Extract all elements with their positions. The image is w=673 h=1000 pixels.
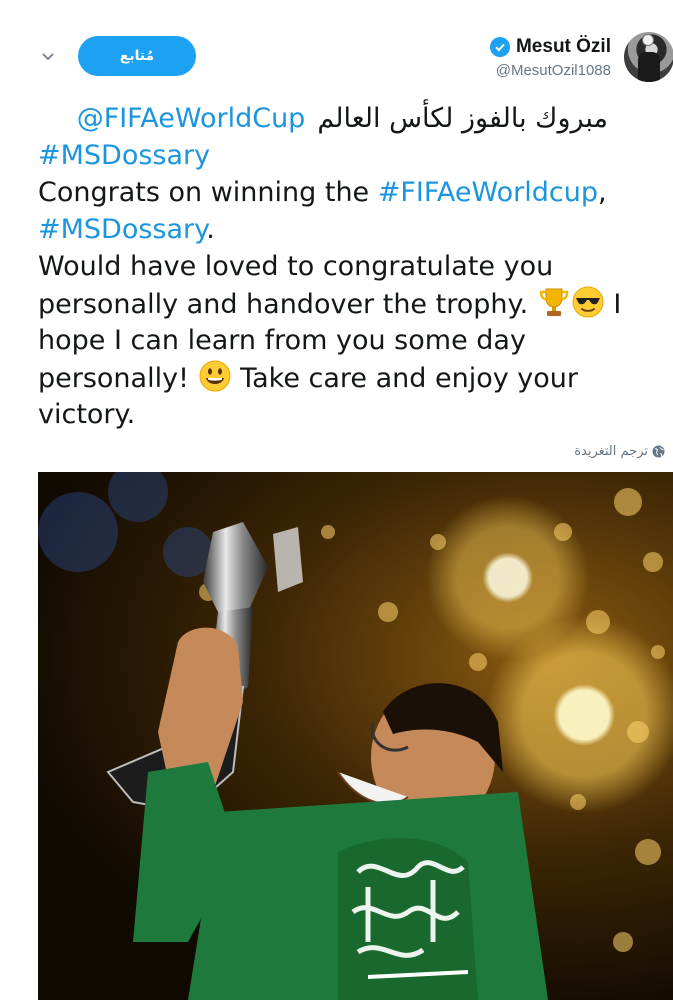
tweet-line-2: #MSDossary <box>38 137 668 174</box>
tweet-line-3: Congrats on winning the #FIFAeWorldcup, <box>38 174 668 211</box>
arabic-text: مبروك بالفوز لكأس العالم <box>317 103 608 134</box>
author-display-name[interactable]: Mesut Özil <box>516 36 611 58</box>
tweet-text-fragment: , <box>598 177 607 208</box>
tweet-line-8: personally! Take care and enjoy your <box>38 359 668 396</box>
tweet-line-9: victory. <box>38 399 136 430</box>
tweet-line-7: hope I can learn from you some day <box>38 325 526 356</box>
tweet-text-fragment: personally and handover the trophy. <box>38 289 529 320</box>
tweet-text-fragment: personally! <box>38 363 189 394</box>
tweet-photo[interactable] <box>38 472 673 1000</box>
hashtag-link[interactable]: #MSDossary <box>38 214 206 245</box>
author-handle[interactable]: @MesutOzil1088 <box>496 62 611 79</box>
tweet-text: @FIFAeWorldCup مبروك بالفوز لكأس العالم … <box>38 100 668 433</box>
tweet-text-fragment: Congrats on winning the <box>38 177 378 208</box>
mention-link[interactable]: @FIFAeWorldCup <box>77 100 306 137</box>
trophy-icon <box>537 285 571 319</box>
tweet-text-fragment: Take care and enjoy your <box>240 363 579 394</box>
photo-illustration <box>38 472 665 1000</box>
verified-badge-icon <box>489 37 510 57</box>
translate-tweet-link[interactable]: ترجم التغريدة <box>574 444 665 459</box>
tweet-line-6: personally and handover the trophy. I <box>38 285 668 322</box>
hashtag-link[interactable]: #MSDossary <box>38 140 210 171</box>
translate-label: ترجم التغريدة <box>574 444 648 459</box>
avatar[interactable] <box>624 32 673 82</box>
following-button[interactable]: مُتابع <box>78 36 196 76</box>
smiley-face-icon <box>198 359 232 393</box>
hashtag-link[interactable]: #FIFAeWorldcup <box>378 177 598 208</box>
chevron-down-icon[interactable] <box>40 48 56 64</box>
tweet-text-fragment: I <box>613 289 622 320</box>
tweet-text-fragment: . <box>206 214 215 245</box>
tweet-line-1: @FIFAeWorldCup مبروك بالفوز لكأس العالم <box>38 100 668 137</box>
sunglasses-face-icon <box>571 285 605 319</box>
tweet-header: مُتابع Mesut Özil @MesutOzil1088 <box>0 0 673 95</box>
globe-icon <box>652 445 665 458</box>
author-name-row[interactable]: Mesut Özil <box>489 36 611 58</box>
tweet-line-5: Would have loved to congratulate you <box>38 251 554 282</box>
tweet-line-4: #MSDossary. <box>38 211 668 248</box>
